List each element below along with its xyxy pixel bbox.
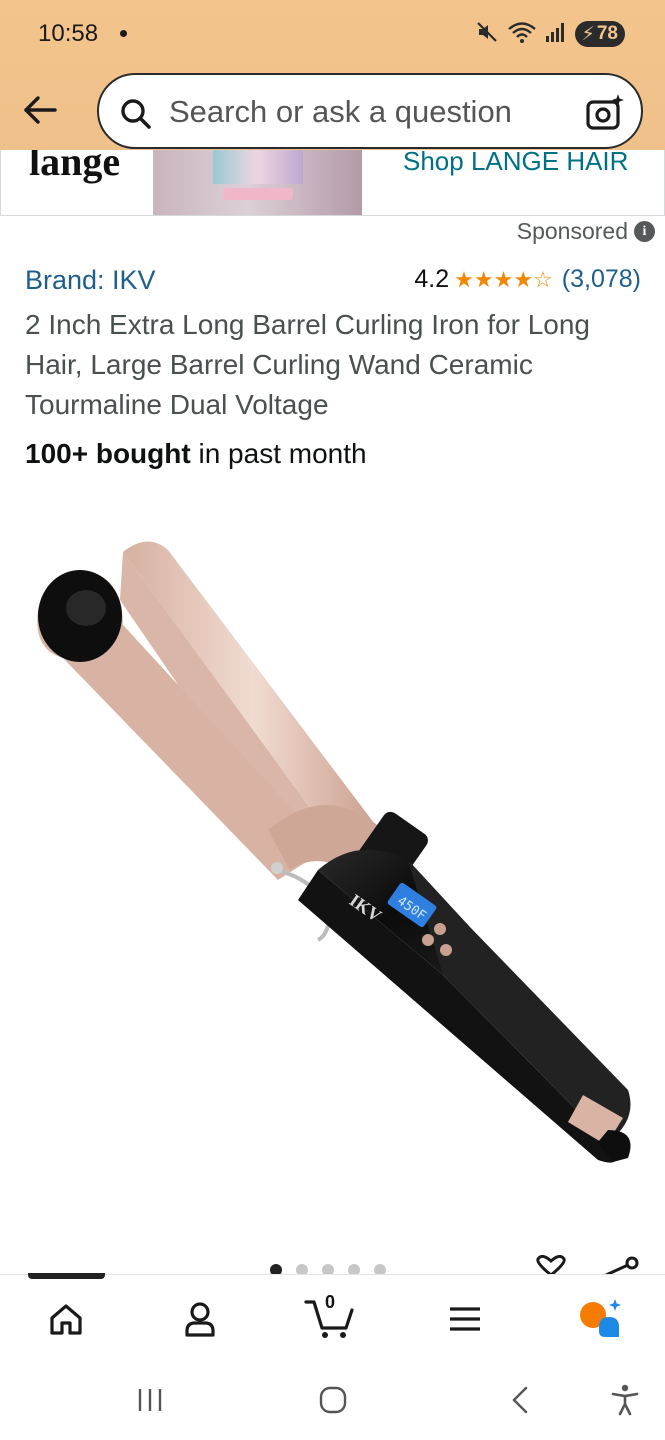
search-input[interactable] xyxy=(169,89,569,135)
review-count-link[interactable]: (3,078) xyxy=(562,265,641,294)
nav-rufus-assistant[interactable] xyxy=(570,1295,630,1343)
product-image[interactable]: 450F IKV xyxy=(28,530,638,1180)
home-icon xyxy=(50,1304,82,1335)
rating-summary[interactable]: 4.2 ★★★★☆ (3,078) xyxy=(414,265,641,294)
brand-link[interactable]: Brand: IKV xyxy=(25,265,156,296)
status-time: 10:58 xyxy=(38,20,99,47)
home-system-button[interactable] xyxy=(313,1380,353,1420)
nav-home[interactable] xyxy=(36,1295,96,1343)
status-icons: ⚡ 78 xyxy=(475,20,625,48)
rating-score: 4.2 xyxy=(414,265,450,293)
rufus-icon xyxy=(580,1299,621,1337)
back-system-button[interactable] xyxy=(500,1380,540,1420)
search-icon xyxy=(119,97,153,136)
sponsored-brand-banner[interactable]: lange Shop LANGE HAIR xyxy=(0,150,665,216)
top-header: 10:58 ⚡ 78 xyxy=(0,0,665,160)
back-button[interactable] xyxy=(18,88,62,132)
active-tab-indicator xyxy=(28,1273,105,1279)
accessibility-icon xyxy=(611,1384,639,1416)
system-navigation-bar xyxy=(0,1360,665,1440)
back-chevron-icon xyxy=(512,1386,528,1414)
charging-icon: ⚡ xyxy=(581,23,595,45)
battery-indicator: ⚡ 78 xyxy=(574,21,625,47)
signal-icon xyxy=(545,21,567,48)
info-icon[interactable]: i xyxy=(634,221,655,242)
recent-apps-button[interactable] xyxy=(130,1380,170,1420)
search-bar[interactable] xyxy=(97,73,643,149)
camera-search-icon[interactable] xyxy=(585,93,625,138)
sponsored-text: Sponsored xyxy=(516,218,628,244)
sponsored-label[interactable]: Sponsored i xyxy=(517,218,655,245)
cart-count: 0 xyxy=(324,1292,335,1312)
mute-icon xyxy=(475,20,499,49)
product-title: 2 Inch Extra Long Barrel Curling Iron fo… xyxy=(25,309,590,420)
accessibility-button[interactable] xyxy=(605,1380,645,1420)
curling-iron-illustration: 450F IKV xyxy=(37,541,631,1163)
nav-menu[interactable] xyxy=(435,1295,495,1343)
banner-brand-logo: lange xyxy=(29,150,121,184)
shop-brand-link[interactable]: Shop LANGE HAIR xyxy=(403,150,628,177)
back-arrow-icon xyxy=(24,96,57,124)
home-square-icon xyxy=(319,1386,347,1414)
purchase-count-rest: in past month xyxy=(190,438,367,469)
nav-cart[interactable]: 0 xyxy=(300,1292,360,1343)
bottom-navigation: 0 xyxy=(0,1273,665,1360)
notification-dot xyxy=(120,30,127,37)
nav-account[interactable] xyxy=(170,1295,230,1343)
wifi-icon xyxy=(507,20,537,49)
star-rating-icon: ★★★★☆ xyxy=(454,266,553,292)
recent-apps-icon xyxy=(138,1389,162,1411)
battery-level: 78 xyxy=(596,23,618,44)
banner-product-image[interactable] xyxy=(153,150,362,215)
purchase-count: 100+ bought in past month xyxy=(25,438,367,470)
purchase-count-bold: 100+ bought xyxy=(25,438,191,469)
status-bar: 10:58 ⚡ 78 xyxy=(0,0,665,68)
menu-icon xyxy=(450,1307,480,1331)
account-icon xyxy=(185,1302,215,1337)
